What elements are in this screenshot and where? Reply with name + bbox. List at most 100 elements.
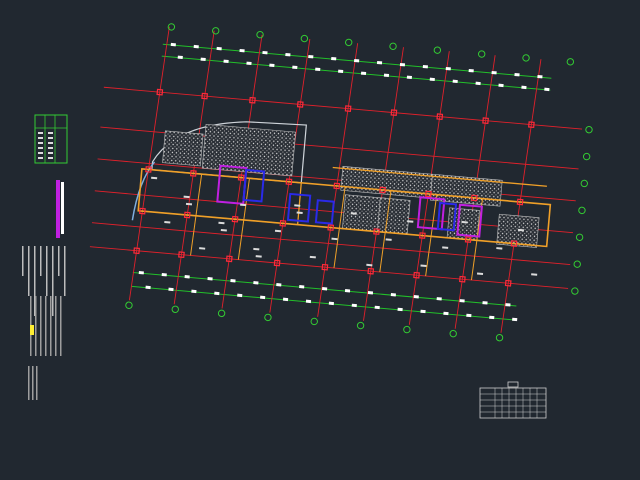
dim-tick	[191, 289, 197, 294]
cad-drawing-viewport[interactable]	[0, 0, 640, 480]
axis-bubble-right	[573, 260, 581, 268]
structure-plan-title-bar	[56, 180, 60, 238]
dim-tick	[253, 281, 259, 285]
dim-tick	[262, 50, 268, 55]
axis-bubble-right	[575, 233, 584, 241]
dim-tick	[443, 311, 449, 316]
axis-bubble-bottom	[217, 309, 226, 318]
note-text-column	[60, 296, 62, 356]
dim-tick	[216, 46, 222, 51]
note-text-column	[35, 296, 37, 356]
note-text-column	[40, 296, 42, 356]
dim-tick	[475, 81, 481, 86]
dim-tick	[399, 62, 406, 67]
dim-tick	[170, 42, 176, 47]
title-block-border	[479, 387, 547, 419]
axis-bubble-right	[580, 179, 588, 188]
axis-bubble-bottom	[264, 313, 272, 322]
axis-bubble-right	[582, 152, 591, 161]
note-text-column	[52, 246, 54, 316]
note-text-column	[36, 366, 38, 400]
dim-tick	[452, 79, 458, 84]
axis-bubble-bottom	[449, 329, 457, 338]
dim-label	[496, 247, 503, 250]
dim-tick	[168, 287, 174, 292]
dim-tick	[292, 65, 298, 70]
dim-tick	[406, 75, 412, 80]
dim-tick	[374, 305, 380, 310]
axis-bubble-bottom	[495, 333, 504, 342]
dim-tick	[230, 279, 236, 283]
dim-tick	[338, 69, 344, 74]
dim-tick	[308, 54, 314, 59]
legend-text-line	[38, 147, 43, 149]
note-text-column	[55, 296, 57, 356]
dim-tick	[422, 64, 428, 69]
dim-tick	[331, 56, 337, 61]
note-highlight-marker	[30, 325, 34, 335]
dim-tick	[214, 291, 220, 296]
hatched-slab	[376, 197, 411, 235]
dim-tick	[537, 75, 543, 79]
legend-text-line	[38, 137, 43, 139]
dim-tick	[282, 297, 289, 302]
note-text-column	[45, 296, 47, 356]
dim-label	[255, 255, 262, 258]
dim-tick	[445, 66, 451, 71]
dim-tick	[184, 275, 190, 279]
dim-label	[220, 228, 227, 232]
axis-line-horizontal	[103, 86, 583, 130]
dim-label	[385, 238, 392, 241]
dim-tick	[237, 293, 243, 298]
axis-bubble-bottom	[310, 317, 318, 326]
dim-tick	[482, 301, 488, 305]
dim-tick	[246, 61, 252, 66]
dim-tick	[161, 273, 167, 277]
axis-bubble-top	[433, 46, 442, 54]
dim-label	[183, 195, 190, 199]
legend-text-line	[38, 132, 43, 134]
title-block-table	[479, 381, 547, 419]
dim-tick	[489, 315, 495, 320]
dim-label	[309, 255, 316, 259]
dim-tick	[436, 297, 442, 301]
note-text-column	[28, 366, 30, 400]
legend-text-line	[48, 152, 53, 154]
dim-tick	[299, 285, 305, 289]
dim-label	[151, 176, 158, 180]
dim-label	[476, 272, 484, 275]
note-text-column	[50, 296, 52, 356]
dim-label	[199, 247, 206, 250]
hatched-slab	[201, 123, 296, 177]
dim-label	[442, 246, 449, 249]
legend-text-line	[48, 157, 53, 159]
dim-tick	[491, 70, 497, 75]
note-text-column	[58, 246, 60, 276]
legend-text-line	[38, 152, 43, 154]
axis-line-horizontal	[89, 246, 569, 289]
dim-tick	[138, 271, 144, 275]
dim-tick	[383, 73, 390, 78]
legend-table	[34, 114, 68, 164]
dim-tick	[512, 317, 518, 322]
dim-tick	[514, 72, 520, 77]
dim-tick	[305, 299, 312, 304]
note-text-column	[40, 246, 42, 276]
dim-tick	[544, 87, 550, 92]
wall-segment	[138, 210, 547, 247]
dim-tick	[177, 55, 183, 60]
dim-tick	[429, 77, 435, 82]
dim-tick	[351, 303, 357, 308]
elevator-shaft	[314, 199, 335, 225]
dim-label	[296, 211, 303, 215]
axis-bubble-right	[578, 206, 586, 215]
dim-tick	[468, 68, 474, 73]
dim-label	[253, 247, 260, 251]
axis-bubble-top	[522, 54, 530, 62]
title-block-header	[507, 381, 519, 388]
dim-tick	[260, 295, 266, 300]
axis-bubble-bottom	[403, 325, 411, 334]
axis-bubble-top	[477, 50, 486, 58]
dim-label	[218, 221, 225, 225]
dim-tick	[505, 303, 511, 307]
